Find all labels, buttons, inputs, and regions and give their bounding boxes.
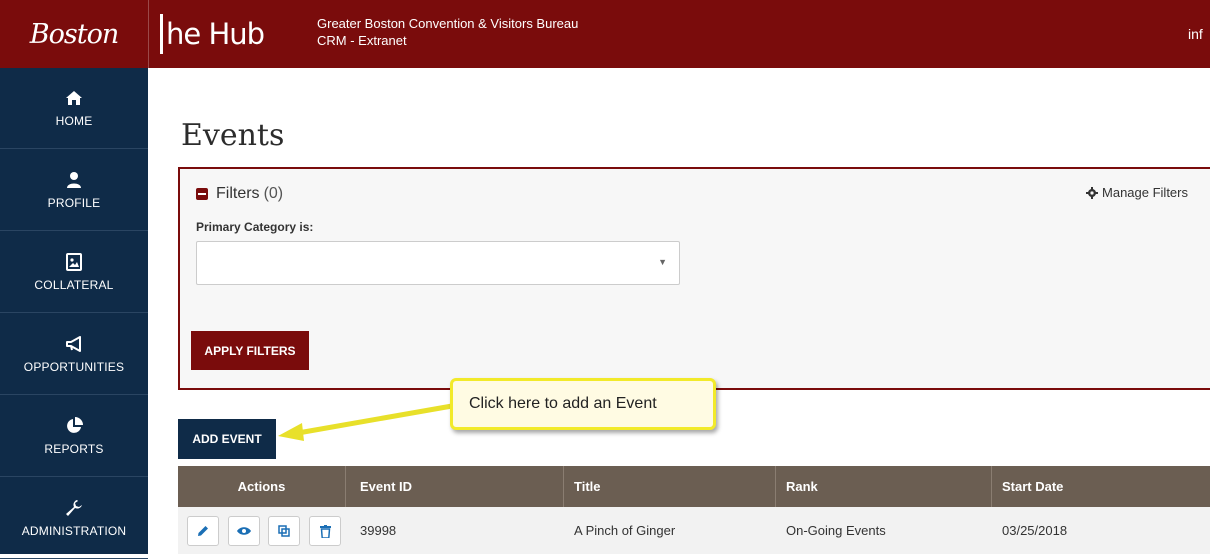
events-table-header: Actions Event ID Title Rank Start Date: [178, 466, 1210, 507]
callout-arrow: [278, 403, 453, 441]
sidebar-item-label: PROFILE: [47, 196, 101, 210]
manage-filters-label: Manage Filters: [1102, 185, 1188, 200]
callout-tooltip: Click here to add an Event: [450, 378, 716, 430]
sidebar-item-label: REPORTS: [44, 442, 104, 456]
callout-text: Click here to add an Event: [469, 395, 657, 412]
pie-chart-icon: [64, 416, 84, 436]
chevron-down-icon: ▼: [658, 257, 667, 267]
primary-category-label: Primary Category is:: [196, 220, 314, 234]
sidebar-item-label: ADMINISTRATION: [21, 524, 127, 538]
filters-count: (0): [263, 185, 284, 202]
sidebar-item-administration[interactable]: ADMINISTRATION: [0, 478, 148, 559]
the-hub-logo-text: he Hub: [166, 17, 265, 51]
top-bar: Boston he Hub Greater Boston Convention …: [0, 0, 1210, 68]
filters-label: Filters: [216, 185, 260, 202]
column-header-rank[interactable]: Rank: [776, 466, 992, 507]
column-header-actions[interactable]: Actions: [178, 466, 346, 507]
view-button[interactable]: [228, 516, 260, 546]
primary-category-select[interactable]: ▼: [196, 241, 680, 285]
table-row: 39998 A Pinch of Ginger On-Going Events …: [178, 507, 1210, 554]
home-icon: [64, 88, 84, 108]
trash-icon: [319, 524, 331, 538]
sidebar-item-label: COLLATERAL: [34, 278, 114, 292]
sidebar-item-label: HOME: [55, 114, 93, 128]
add-event-button[interactable]: ADD EVENT: [178, 419, 276, 459]
sidebar-item-reports[interactable]: REPORTS: [0, 396, 148, 477]
sidebar-item-label: OPPORTUNITIES: [23, 360, 125, 374]
page-title: Events: [181, 118, 285, 153]
logo-bar: [160, 14, 163, 54]
wrench-icon: [64, 498, 84, 518]
sidebar-item-opportunities[interactable]: OPPORTUNITIES: [0, 314, 148, 395]
filters-panel: Filters (0) Manage Filters Primary Categ…: [178, 167, 1210, 390]
the-hub-logo[interactable]: he Hub: [160, 12, 265, 56]
gear-icon: [1086, 186, 1099, 199]
column-header-start-date[interactable]: Start Date: [992, 466, 1210, 507]
column-header-event-id[interactable]: Event ID: [346, 466, 564, 507]
pencil-icon: [198, 526, 208, 536]
copy-button[interactable]: [268, 516, 300, 546]
org-block: Greater Boston Convention & Visitors Bur…: [317, 15, 578, 49]
delete-button[interactable]: [309, 516, 341, 546]
sidebar-item-collateral[interactable]: COLLATERAL: [0, 232, 148, 313]
copy-icon: [278, 525, 290, 537]
sidebar-item-home[interactable]: HOME: [0, 68, 148, 149]
user-menu[interactable]: inf: [1188, 26, 1203, 42]
filters-toggle[interactable]: Filters (0): [196, 185, 283, 203]
boston-logo[interactable]: Boston: [0, 0, 148, 68]
image-file-icon: [64, 252, 84, 272]
manage-filters-link[interactable]: Manage Filters: [1086, 185, 1188, 200]
cell-start-date: 03/25/2018: [1002, 523, 1068, 538]
cell-rank: On-Going Events: [786, 523, 886, 538]
sidebar-item-profile[interactable]: PROFILE: [0, 150, 148, 231]
edit-button[interactable]: [187, 516, 219, 546]
eye-icon: [237, 527, 251, 535]
logo-divider: [148, 0, 149, 68]
app-name: CRM - Extranet: [317, 33, 407, 48]
sidebar: HOME PROFILE COLLATERAL OPPORTUNITIES RE…: [0, 68, 148, 559]
collapse-icon: [196, 188, 208, 200]
column-header-title[interactable]: Title: [564, 466, 776, 507]
cell-title[interactable]: A Pinch of Ginger: [574, 507, 675, 554]
apply-filters-button[interactable]: APPLY FILTERS: [191, 331, 309, 370]
org-name: Greater Boston Convention & Visitors Bur…: [317, 16, 579, 31]
cell-event-id: 39998: [360, 523, 397, 538]
user-icon: [64, 170, 84, 190]
megaphone-icon: [64, 334, 84, 354]
